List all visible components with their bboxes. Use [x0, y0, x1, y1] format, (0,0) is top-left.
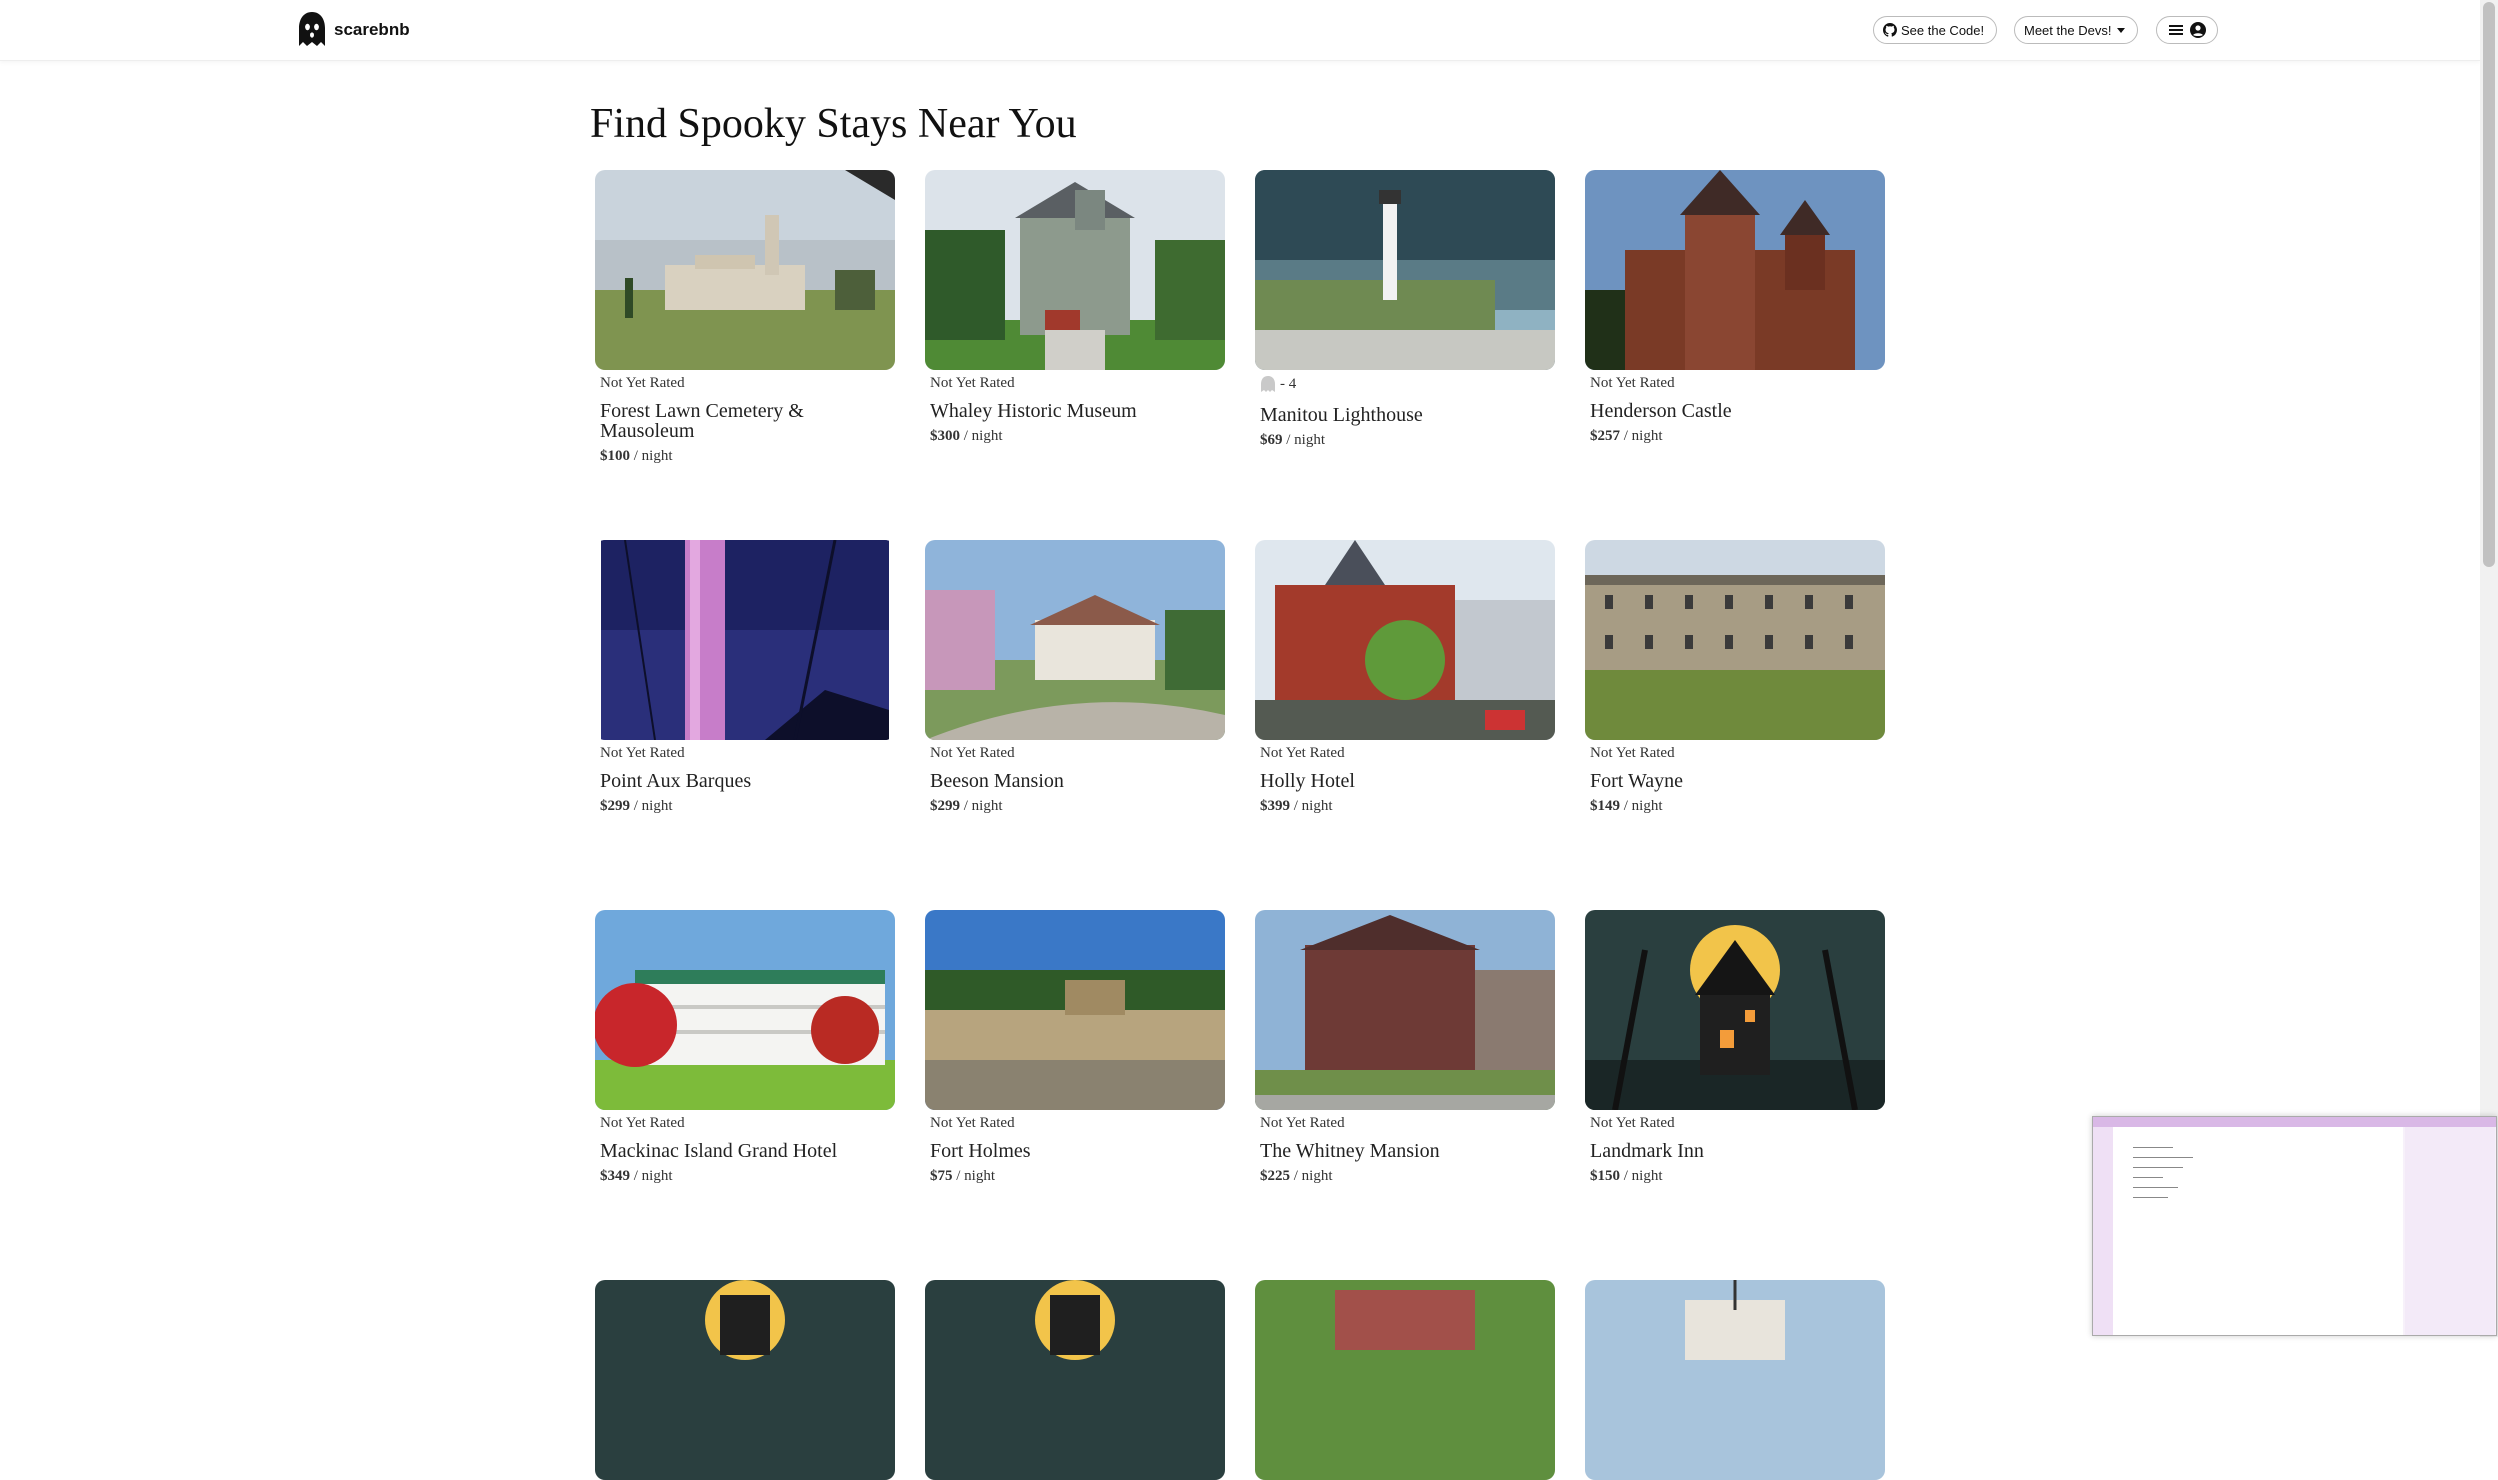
- listing-card[interactable]: Not Yet Rated Point Aux Barques $299 / n…: [595, 540, 895, 814]
- window-preview-thumbnail[interactable]: [2092, 1116, 2497, 1336]
- preview-sidebar: [2093, 1127, 2113, 1335]
- home-logo-link[interactable]: scarebnb: [296, 10, 410, 50]
- listing-rating: Not Yet Rated: [1590, 1115, 1675, 1131]
- listing-name: Fort Holmes: [930, 1140, 1031, 1162]
- listing-photo: [925, 910, 1225, 1110]
- listing-name: Henderson Castle: [1590, 400, 1732, 422]
- listing-name: The Whitney Mansion: [1260, 1140, 1440, 1162]
- listing-rating: Not Yet Rated: [600, 745, 685, 761]
- listing-card[interactable]: - 4 Manitou Lighthouse $69 / night: [1255, 170, 1555, 448]
- listing-price: $149 / night: [1590, 798, 1663, 814]
- listing-card[interactable]: [925, 1280, 1225, 1480]
- listing-rating: Not Yet Rated: [1590, 745, 1675, 761]
- listing-price: $349 / night: [600, 1168, 673, 1184]
- listing-photo: [595, 1280, 895, 1480]
- listing-card[interactable]: [1255, 1280, 1555, 1480]
- listing-price: $225 / night: [1260, 1168, 1333, 1184]
- listing-price: $100 / night: [600, 448, 673, 464]
- listing-photo: [1585, 540, 1885, 740]
- top-navbar: scarebnb See the Code! Meet the Devs!: [0, 0, 2480, 61]
- see-the-code-button[interactable]: See the Code!: [1873, 16, 1997, 44]
- listing-photo: [1585, 1280, 1885, 1480]
- listing-card[interactable]: Not Yet Rated Forest Lawn Cemetery & Mau…: [595, 170, 895, 464]
- ghost-icon: [1261, 376, 1275, 392]
- listing-card[interactable]: Not Yet Rated Fort Wayne $149 / night: [1585, 540, 1885, 814]
- listing-rating: Not Yet Rated: [1260, 745, 1345, 761]
- listing-price: $75 / night: [930, 1168, 996, 1184]
- listing-photo: [1255, 910, 1555, 1110]
- listing-price: $150 / night: [1590, 1168, 1663, 1184]
- listing-rating: Not Yet Rated: [1590, 375, 1675, 391]
- listing-photo: [925, 170, 1225, 370]
- listing-rating: Not Yet Rated: [600, 375, 685, 391]
- listing-name: Fort Wayne: [1590, 770, 1684, 792]
- listing-price: $69 / night: [1260, 432, 1326, 448]
- listing-card[interactable]: Not Yet Rated Landmark Inn $150 / night: [1585, 910, 1885, 1184]
- hamburger-icon: [2168, 25, 2183, 35]
- listing-price: $257 / night: [1590, 428, 1663, 444]
- github-icon: [1883, 23, 1897, 37]
- listing-name: Beeson Mansion: [930, 770, 1064, 792]
- profile-menu-button[interactable]: [2156, 16, 2218, 44]
- meet-the-devs-dropdown[interactable]: Meet the Devs!: [2014, 16, 2138, 44]
- listing-photo: [595, 910, 895, 1110]
- caret-down-icon: [2117, 27, 2126, 33]
- listing-photo: [1255, 170, 1555, 370]
- listing-name: Whaley Historic Museum: [930, 400, 1137, 422]
- scrollbar-thumb[interactable]: [2483, 2, 2495, 567]
- listing-name: Mackinac Island Grand Hotel: [600, 1140, 838, 1162]
- listing-rating: Not Yet Rated: [1260, 1115, 1345, 1131]
- listing-rating: Not Yet Rated: [600, 1115, 685, 1131]
- listing-rating: Not Yet Rated: [930, 1115, 1015, 1131]
- listing-price: $399 / night: [1260, 798, 1333, 814]
- user-circle-icon: [2189, 22, 2206, 38]
- listing-card[interactable]: Not Yet Rated Henderson Castle $257 / ni…: [1585, 170, 1885, 444]
- listing-rating: Not Yet Rated: [930, 375, 1015, 391]
- preview-content: [2113, 1127, 2403, 1335]
- page-title: Find Spooky Stays Near You: [590, 101, 1077, 147]
- preview-titlebar: [2093, 1117, 2496, 1127]
- listing-photo: [925, 540, 1225, 740]
- listing-name: Manitou Lighthouse: [1260, 404, 1423, 426]
- listing-card[interactable]: [595, 1280, 895, 1480]
- listing-photo: [1585, 910, 1885, 1110]
- listing-card[interactable]: Not Yet Rated The Whitney Mansion $225 /…: [1255, 910, 1555, 1184]
- listing-card[interactable]: Not Yet Rated Whaley Historic Museum $30…: [925, 170, 1225, 444]
- listing-name: Holly Hotel: [1260, 770, 1355, 792]
- listing-price: $299 / night: [930, 798, 1003, 814]
- listing-name: Landmark Inn: [1590, 1140, 1704, 1162]
- listing-card[interactable]: [1585, 1280, 1885, 1480]
- listing-price: $300 / night: [930, 428, 1003, 444]
- listing-photo: [1255, 1280, 1555, 1480]
- listing-card[interactable]: Not Yet Rated Fort Holmes $75 / night: [925, 910, 1225, 1184]
- ghost-icon: [299, 12, 325, 46]
- listing-card[interactable]: Not Yet Rated Mackinac Island Grand Hote…: [595, 910, 895, 1184]
- meet-the-devs-label: Meet the Devs!: [2024, 22, 2112, 38]
- listing-card[interactable]: Not Yet Rated Holly Hotel $399 / night: [1255, 540, 1555, 814]
- listing-photo: [595, 170, 895, 370]
- preview-panel: [2405, 1127, 2495, 1335]
- listing-rating: Not Yet Rated: [930, 745, 1015, 761]
- listing-name: Forest Lawn Cemetery & Mausoleum: [600, 400, 804, 442]
- listing-name: Point Aux Barques: [600, 770, 752, 792]
- listing-photo: [595, 540, 895, 740]
- see-the-code-label: See the Code!: [1901, 22, 1985, 38]
- listing-rating: - 4: [1260, 375, 1296, 393]
- logo-text: scarebnb: [334, 20, 410, 39]
- listing-photo: [1585, 170, 1885, 370]
- listing-photo: [925, 1280, 1225, 1480]
- listing-photo: [1255, 540, 1555, 740]
- listing-price: $299 / night: [600, 798, 673, 814]
- listing-card[interactable]: Not Yet Rated Beeson Mansion $299 / nigh…: [925, 540, 1225, 814]
